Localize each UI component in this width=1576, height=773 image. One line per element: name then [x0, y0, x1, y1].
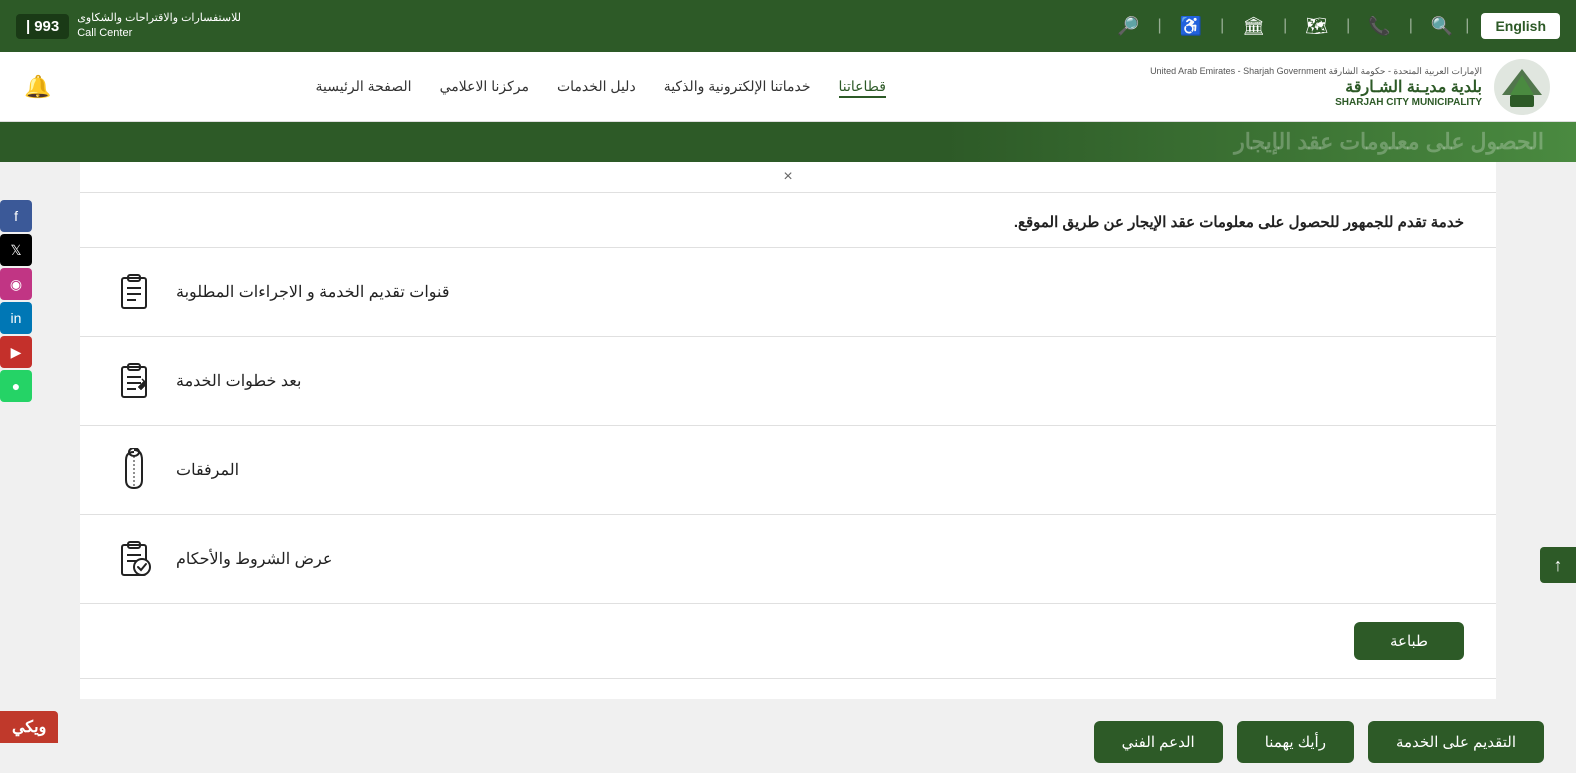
nav-link-home[interactable]: الصفحة الرئيسية: [316, 78, 412, 94]
apply-service-button[interactable]: التقديم على الخدمة: [1368, 721, 1544, 763]
call-center-box: | 993 للاستفسارات والاقتراحات والشكاوى C…: [16, 11, 241, 42]
scroll-to-top-button[interactable]: ↑: [1540, 547, 1576, 583]
disability-icon[interactable]: ♿: [1180, 16, 1202, 37]
service-description: خدمة تقدم للجمهور للحصول على معلومات عقد…: [80, 193, 1496, 248]
instagram-social-btn[interactable]: ◉: [0, 268, 32, 300]
service-steps-label: بعد خطوات الخدمة: [176, 371, 301, 391]
whatsapp-social-btn[interactable]: ●: [0, 370, 32, 402]
close-bar: ×: [80, 162, 1496, 193]
wiki-badge: ويكي: [0, 711, 58, 743]
twitter-social-btn[interactable]: 𝕏: [0, 234, 32, 266]
accessibility-icon[interactable]: 🏛: [1242, 16, 1265, 37]
print-button[interactable]: طباعة: [1354, 622, 1464, 660]
notification-icon[interactable]: 🔔: [24, 74, 51, 100]
main-navigation: قطاعاتنا خدماتنا الإلكترونية والذكية دلي…: [316, 78, 886, 96]
nav-link-media[interactable]: مركزنا الاعلامي: [440, 78, 529, 94]
logo-image: [1492, 57, 1552, 117]
header: الإمارات العربية المتحدة - حكومة الشارقة…: [0, 52, 1576, 122]
top-bar-icons: 🔍 | 📞 | 🗺 | 🏛 | ♿ | 🔎: [1117, 16, 1453, 37]
tech-support-button[interactable]: الدعم الفني: [1094, 721, 1223, 763]
youtube-social-btn[interactable]: ▶: [0, 336, 32, 368]
edit-document-icon: [112, 359, 156, 403]
terms-icon: [112, 537, 156, 581]
print-area: طباعة: [80, 604, 1496, 679]
logo-area: الإمارات العربية المتحدة - حكومة الشارقة…: [1150, 57, 1552, 117]
english-language-button[interactable]: English: [1481, 13, 1560, 39]
logo-subtitle: الإمارات العربية المتحدة - حكومة الشارقة…: [1150, 66, 1482, 77]
service-attachments-row[interactable]: المرفقات: [80, 426, 1496, 515]
header-actions: 🔔: [24, 74, 51, 100]
service-channels-row[interactable]: قنوات تقديم الخدمة و الاجراءات المطلوبة: [80, 248, 1496, 337]
service-attachments-label: المرفقات: [176, 460, 239, 480]
service-steps-row[interactable]: بعد خطوات الخدمة: [80, 337, 1496, 426]
zoom-icon[interactable]: 🔎: [1117, 16, 1139, 37]
social-sidebar: f 𝕏 ◉ in ▶ ●: [0, 200, 32, 402]
call-center-number: | 993: [16, 14, 69, 39]
logo-arabic-name: بلدية مديـنة الشـارقة: [1150, 77, 1482, 97]
logo-text: الإمارات العربية المتحدة - حكومة الشارقة…: [1150, 66, 1482, 108]
nav-link-sectors[interactable]: خدماتنا الإلكترونية والذكية: [664, 78, 811, 94]
service-terms-label: عرض الشروط والأحكام: [176, 549, 332, 569]
nav-link-municipality[interactable]: دليل الخدمات: [557, 78, 636, 94]
page-title-watermark: الحصول على معلومات عقد الإيجار: [1234, 129, 1544, 155]
facebook-social-btn[interactable]: f: [0, 200, 32, 232]
linkedin-social-btn[interactable]: in: [0, 302, 32, 334]
feedback-button[interactable]: رأيك يهمنا: [1237, 721, 1354, 763]
search-icon[interactable]: 🔍: [1431, 16, 1453, 37]
service-channels-label: قنوات تقديم الخدمة و الاجراءات المطلوبة: [176, 282, 450, 302]
call-center-text: للاستفسارات والاقتراحات والشكاوى Call Ce…: [77, 11, 241, 42]
nav-link-eservices[interactable]: قطاعاتنا: [839, 78, 886, 98]
logo-english-name: SHARJAH CITY MUNICIPALITY: [1150, 97, 1482, 108]
page-title-bar: الحصول على معلومات عقد الإيجار: [0, 122, 1576, 162]
close-button[interactable]: ×: [783, 168, 792, 186]
footer-buttons: التقديم على الخدمة رأيك يهمنا الدعم الفن…: [0, 699, 1576, 773]
top-bar-left: English | 🔍 | 📞 | 🗺 | 🏛 | ♿ | 🔎: [1117, 13, 1560, 39]
service-terms-row[interactable]: عرض الشروط والأحكام: [80, 515, 1496, 604]
clipboard-icon: [112, 270, 156, 314]
sitemap-icon[interactable]: 🗺: [1305, 16, 1328, 37]
top-bar: English | 🔍 | 📞 | 🗺 | 🏛 | ♿ | 🔎 | 993 لل…: [0, 0, 1576, 52]
main-content: × خدمة تقدم للجمهور للحصول على معلومات ع…: [80, 162, 1496, 699]
attachment-icon: [112, 448, 156, 492]
phone-icon[interactable]: 📞: [1368, 16, 1390, 37]
